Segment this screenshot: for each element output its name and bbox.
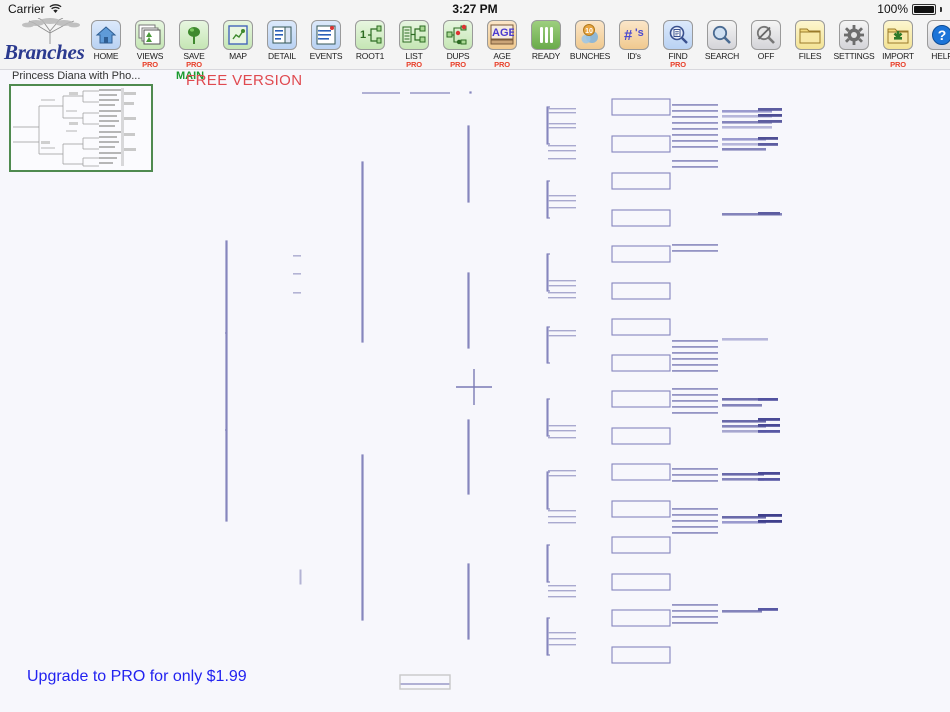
- toolbar-button-label: DETAIL: [268, 51, 296, 61]
- svg-text:10: 10: [585, 28, 593, 35]
- search-magnifier-icon: [707, 20, 737, 50]
- file-title: Princess Diana with Pho...: [12, 70, 141, 82]
- age-icon: AGE: [487, 20, 517, 50]
- map-icon: [223, 20, 253, 50]
- events-list-icon: [311, 20, 341, 50]
- pro-badge: PRO: [494, 60, 510, 69]
- pushpin-icon: [179, 20, 209, 50]
- toolbar-button-events[interactable]: EVENTS: [304, 18, 348, 69]
- svg-text:'s: 's: [635, 27, 644, 39]
- toolbar-button-label: SEARCH: [704, 51, 740, 61]
- battery-group: 100%: [877, 2, 942, 16]
- tree-connectors: [225, 91, 782, 690]
- toolbar-button-help[interactable]: ? HELP: [920, 18, 950, 69]
- sub-header: Princess Diana with Pho... MAIN: [0, 70, 950, 84]
- folder-icon: [795, 20, 825, 50]
- toolbar-button-label: BUNCHES: [569, 51, 611, 61]
- pro-badge: PRO: [406, 60, 422, 69]
- toolbar-button-list[interactable]: LIST PRO: [392, 18, 436, 69]
- pro-badge: PRO: [670, 60, 686, 69]
- list-tree-icon: [399, 20, 429, 50]
- toolbar-button-label: EVENTS: [309, 51, 343, 61]
- main-toolbar: Branches HOME VIEWS PRO SAVE PRO MAP DETAIL EVE…: [0, 18, 950, 70]
- bunches-icon: 10: [575, 20, 605, 50]
- duplicates-icon: [443, 20, 473, 50]
- pro-badge: PRO: [890, 60, 906, 69]
- toolbar-button-views[interactable]: VIEWS PRO: [128, 18, 172, 69]
- toolbar-button-label: ROOT1: [355, 51, 385, 61]
- views-stack-icon: [135, 20, 165, 50]
- toolbar-button-age[interactable]: AGE AGE PRO: [480, 18, 524, 69]
- toolbar-button-save[interactable]: SAVE PRO: [172, 18, 216, 69]
- toolbar-button-ready[interactable]: READY: [524, 18, 568, 69]
- pro-badge: PRO: [186, 60, 202, 69]
- search-off-icon: [751, 20, 781, 50]
- app-logo: Branches: [0, 18, 85, 66]
- ready-icon: [531, 20, 561, 50]
- battery-full-icon: [912, 3, 936, 15]
- home-icon: [91, 20, 121, 50]
- toolbar-button-root1[interactable]: 1 ROOT1: [348, 18, 392, 69]
- find-icon: [663, 20, 693, 50]
- status-bar: Carrier 3:27 PM 100%: [0, 0, 950, 18]
- battery-cap: [940, 6, 942, 12]
- numbers-icon: #'s: [619, 20, 649, 50]
- toolbar-button-label: HELP: [931, 51, 950, 61]
- toolbar-button-map[interactable]: MAP: [216, 18, 260, 69]
- toolbar-button-import[interactable]: IMPORT PRO: [876, 18, 920, 69]
- pro-badge: PRO: [142, 60, 158, 69]
- toolbar-button-search[interactable]: SEARCH: [700, 18, 744, 69]
- toolbar-button-files[interactable]: FILES: [788, 18, 832, 69]
- toolbar-button-label: OFF: [757, 51, 775, 61]
- pro-badge: PRO: [450, 60, 466, 69]
- toolbar-button-home[interactable]: HOME: [84, 18, 128, 69]
- toolbar-button-find[interactable]: FIND PRO: [656, 18, 700, 69]
- detail-panel-icon: [267, 20, 297, 50]
- toolbar-button-detail[interactable]: DETAIL: [260, 18, 304, 69]
- toolbar-button-dups[interactable]: DUPS PRO: [436, 18, 480, 69]
- svg-text:1: 1: [360, 29, 366, 41]
- toolbar-button-id-s[interactable]: #'s ID's: [612, 18, 656, 69]
- toolbar-button-label: HOME: [93, 51, 119, 61]
- toolbar-button-off[interactable]: OFF: [744, 18, 788, 69]
- toolbar-button-label: ID's: [627, 51, 641, 61]
- import-folder-icon: [883, 20, 913, 50]
- toolbar-button-label: READY: [531, 51, 561, 61]
- app-name: Branches: [4, 40, 85, 64]
- clock: 3:27 PM: [452, 2, 498, 16]
- toolbar-button-label: FILES: [798, 51, 822, 61]
- help-question-icon: ?: [927, 20, 950, 50]
- gear-icon: [839, 20, 869, 50]
- toolbar-button-label: MAP: [229, 51, 247, 61]
- toolbar-button-label: SETTINGS: [833, 51, 875, 61]
- toolbar-button-settings[interactable]: SETTINGS: [832, 18, 876, 69]
- svg-text:#: #: [624, 27, 633, 44]
- svg-text:AGE: AGE: [492, 27, 514, 39]
- root-tree-icon: 1: [355, 20, 385, 50]
- battery-percent: 100%: [877, 2, 908, 16]
- toolbar-button-bunches[interactable]: 10 BUNCHES: [568, 18, 612, 69]
- svg-text:?: ?: [938, 27, 947, 43]
- family-tree-canvas[interactable]: [0, 84, 950, 712]
